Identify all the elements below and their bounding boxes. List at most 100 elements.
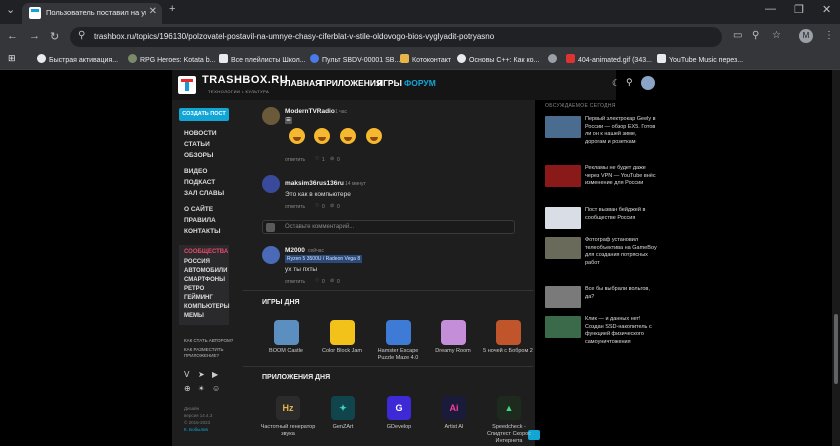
forward-icon[interactable]: → [29, 30, 40, 42]
tab-search-icon[interactable]: ⌄ [6, 3, 15, 16]
app-tile-icon[interactable]: ▲ [497, 396, 521, 420]
communities-title[interactable]: СООБЩЕСТВА [184, 249, 228, 255]
nav-games[interactable]: ИГРЫ [377, 78, 402, 88]
comment-input[interactable]: Оставьте комментарий... [262, 220, 515, 234]
community-russia[interactable]: РОССИЯ [184, 259, 210, 265]
bookmark-item[interactable]: 404-animated.gif (343... [566, 54, 652, 66]
article-title[interactable]: Рекламы не будет даже через VPN — YouTub… [585, 165, 657, 188]
trashbox-logo-icon[interactable] [178, 76, 196, 94]
game-title[interactable]: Color Block Jam [314, 348, 370, 355]
game-title[interactable]: 5 ночей с Бобром 2 [480, 348, 536, 355]
avatar[interactable] [262, 107, 280, 125]
game-tile-icon[interactable] [274, 320, 299, 345]
dislike-icon[interactable]: ⊘ [330, 278, 334, 284]
app-title[interactable]: Частотный генератор звука [260, 424, 316, 438]
article-thumbnail[interactable] [545, 165, 581, 187]
placement-link-2[interactable]: ПРИЛОЖЕНИЕ? [184, 353, 219, 358]
apps-grid-icon[interactable]: ⊞ [8, 53, 16, 65]
address-bar[interactable]: ⚲ trashbox.ru/topics/196130/polzovatel-p… [70, 27, 722, 47]
community-gaming[interactable]: ГЕЙМИНГ [184, 295, 213, 301]
like-icon[interactable]: ♡ [315, 203, 319, 209]
minimize-icon[interactable]: — [765, 3, 776, 15]
theme-toggle-icon[interactable]: ☾ [612, 78, 622, 88]
article-title[interactable]: Пост вызван бейджей в сообществе Россия [585, 207, 657, 222]
like-icon[interactable]: ♡ [315, 156, 319, 162]
site-info-icon[interactable]: ⚲ [78, 30, 85, 41]
article-thumbnail[interactable] [545, 286, 581, 308]
close-tab-icon[interactable]: ✕ [149, 6, 157, 17]
game-tile-icon[interactable] [330, 320, 355, 345]
placement-link[interactable]: КАК РАЗМЕСТИТЬ [184, 347, 223, 352]
community-retro[interactable]: РЕТРО [184, 286, 204, 292]
reload-icon[interactable]: ↻ [50, 30, 59, 43]
mention-badge[interactable]: Ryzen 5 3500U / Radeon Vega 8 [285, 255, 363, 263]
nav-rules[interactable]: ПРАВИЛА [184, 217, 216, 224]
menu-icon[interactable]: ⋮ [824, 30, 834, 41]
app-tile-icon[interactable]: Ai [442, 396, 466, 420]
community-computers[interactable]: КОМПЬЮТЕРЫ [184, 304, 230, 310]
ok-icon[interactable]: ☺ [212, 384, 220, 393]
nav-about[interactable]: О САЙТЕ [184, 206, 213, 213]
author-link[interactable]: КАК СТАТЬ АВТОРОМ? [184, 338, 233, 343]
nav-podcast[interactable]: ПОДКАСТ [184, 179, 215, 186]
avatar[interactable] [262, 246, 280, 264]
profile-avatar[interactable]: M [799, 29, 813, 43]
game-tile-icon[interactable] [441, 320, 466, 345]
zoom-icon[interactable]: ⚲ [752, 30, 759, 41]
bookmark-star-icon[interactable]: ☆ [772, 30, 781, 41]
nav-apps[interactable]: ПРИЛОЖЕНИЯ [320, 78, 382, 88]
reply-link[interactable]: ответить [285, 204, 305, 210]
nav-news[interactable]: НОВОСТИ [184, 130, 217, 137]
reply-link[interactable]: ответить [285, 279, 305, 285]
page-scrollbar[interactable] [832, 70, 840, 446]
avatar[interactable] [262, 175, 280, 193]
dzen-icon[interactable]: ✴ [198, 384, 205, 393]
browser-tab[interactable]: Пользователь поставил на умн... ✕ [22, 3, 162, 24]
new-tab-icon[interactable]: + [169, 3, 175, 15]
article-thumbnail[interactable] [545, 116, 581, 138]
article-title[interactable]: Клик — и данных нет! Создан SSD-накопите… [585, 316, 657, 346]
app-title[interactable]: Artist AI [426, 424, 482, 431]
nav-contacts[interactable]: КОНТАКТЫ [184, 228, 220, 235]
vk-icon[interactable]: ᐯ [184, 370, 189, 379]
article-title[interactable]: Первый электрокар Geely в России — обзор… [585, 116, 657, 146]
app-tile-icon[interactable]: G [387, 396, 411, 420]
bookmark-item[interactable]: Котоконтакт [400, 54, 451, 66]
dislike-icon[interactable]: ⊘ [330, 156, 334, 162]
app-tile-icon[interactable]: ✦ [331, 396, 355, 420]
nav-forum[interactable]: ФОРУМ [404, 78, 436, 88]
article-thumbnail[interactable] [545, 237, 581, 259]
bookmark-item[interactable] [548, 54, 560, 66]
reply-link[interactable]: ответить [285, 157, 305, 163]
game-tile-icon[interactable] [386, 320, 411, 345]
close-window-icon[interactable]: ✕ [822, 3, 831, 16]
bookmark-item[interactable]: Быстрая активация... [37, 54, 118, 66]
youtube-icon[interactable]: ▶ [212, 370, 218, 379]
bookmark-item[interactable]: RPG Heroes: Kotata b... [128, 54, 215, 66]
community-memes[interactable]: МЕМЫ [184, 313, 204, 319]
nav-home[interactable]: ГЛАВНАЯ [280, 78, 321, 88]
app-title[interactable]: Speedcheck - Спидтест Скорос Интернета [481, 424, 537, 445]
article-title[interactable]: Все бы выбрали вольгов, да? [585, 286, 657, 301]
app-tile-icon[interactable]: Hz [276, 396, 300, 420]
telegram-icon[interactable]: ➤ [198, 370, 205, 379]
nav-reviews[interactable]: ОБЗОРЫ [184, 152, 213, 159]
back-icon[interactable]: ← [7, 30, 18, 42]
article-title[interactable]: Фотограф установил телеобъектива на Game… [585, 237, 657, 267]
footer-author[interactable]: К. Бобылев [184, 427, 208, 432]
scrollbar-thumb[interactable] [834, 314, 838, 384]
game-title[interactable]: Hamster Escape Puzzle Maze 4.0 [370, 348, 426, 362]
nav-articles[interactable]: СТАТЬИ [184, 141, 210, 148]
search-icon[interactable]: ⚲ [626, 77, 638, 89]
comment-author[interactable]: M2000 [285, 247, 305, 254]
nav-hall-of-fame[interactable]: ЗАЛ СЛАВЫ [184, 190, 224, 197]
maximize-icon[interactable]: ❐ [794, 3, 804, 16]
comment-author[interactable]: maksim36rus136ru [285, 180, 344, 187]
article-thumbnail[interactable] [545, 316, 581, 338]
app-title[interactable]: GDevelop [371, 424, 427, 431]
plus-icon[interactable]: ⊕ [184, 384, 191, 393]
game-tile-icon[interactable] [496, 320, 521, 345]
community-auto[interactable]: АВТОМОБИЛИ [184, 268, 227, 274]
like-icon[interactable]: ♡ [315, 278, 319, 284]
bookmark-item[interactable]: Все плейлисты Школ... [219, 54, 306, 66]
